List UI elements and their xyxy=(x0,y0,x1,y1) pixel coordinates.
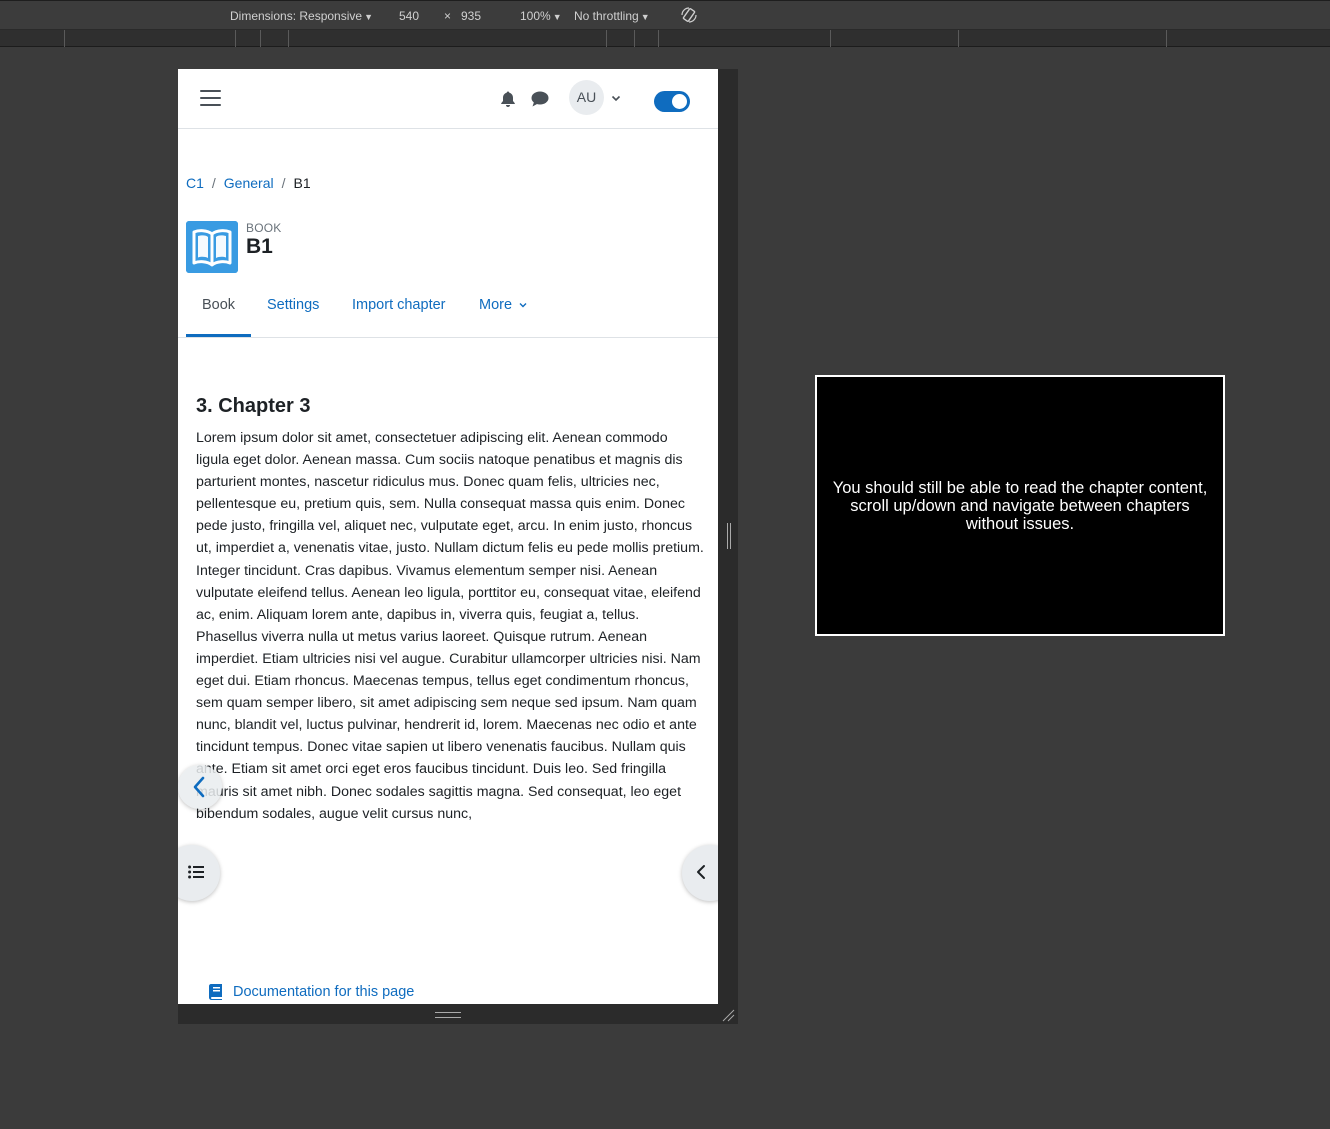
zoom-label: 100% xyxy=(520,9,551,23)
bell-icon[interactable] xyxy=(499,90,517,108)
top-navbar: AU xyxy=(178,69,718,129)
edit-mode-toggle[interactable] xyxy=(654,91,690,112)
breadcrumb-separator: / xyxy=(281,175,286,191)
throttling-dropdown[interactable]: No throttling ▼ xyxy=(574,9,650,23)
zoom-dropdown[interactable]: 100% ▼ xyxy=(520,9,562,23)
instruction-text: You should still be able to read the cha… xyxy=(832,478,1208,533)
book-icon xyxy=(209,984,222,1000)
tab-more[interactable]: More xyxy=(479,297,528,313)
block-drawer-toggle-button[interactable] xyxy=(682,845,718,901)
tab-settings[interactable]: Settings xyxy=(267,297,319,313)
chevron-down-icon xyxy=(519,303,527,308)
chapter-title: 3. Chapter 3 xyxy=(196,395,311,417)
height-input[interactable]: 935 xyxy=(461,9,481,23)
breadcrumb-current: B1 xyxy=(293,175,311,191)
devtools-toolbar: Dimensions: Responsive ▼ 540 × 935 100% ▼ … xyxy=(0,0,1330,30)
times-sign: × xyxy=(444,9,452,23)
chevron-down-icon: ▼ xyxy=(552,12,562,22)
tab-import-chapter[interactable]: Import chapter xyxy=(352,297,446,313)
resize-handle-right[interactable] xyxy=(727,523,731,549)
activity-type-label: BOOK xyxy=(246,221,282,235)
chevron-down-icon: ▼ xyxy=(640,12,650,22)
resize-corner-icon[interactable] xyxy=(721,1008,735,1022)
chevron-down-icon[interactable] xyxy=(610,92,622,104)
documentation-link-label: Documentation for this page xyxy=(233,984,415,1000)
throttling-label: No throttling xyxy=(574,9,639,23)
course-index-toggle-button[interactable] xyxy=(178,845,220,901)
breadcrumb-section[interactable]: General xyxy=(224,175,274,191)
tab-book[interactable]: Book xyxy=(202,297,235,313)
page-title: B1 xyxy=(246,235,273,258)
rotate-icon[interactable] xyxy=(680,6,698,24)
active-tab-indicator xyxy=(186,334,251,337)
tab-more-label: More xyxy=(479,297,513,313)
menu-icon[interactable] xyxy=(200,90,221,106)
user-avatar[interactable]: AU xyxy=(569,80,604,115)
breadcrumb-separator: / xyxy=(211,175,216,191)
device-viewport: AU C1 / General / B1 BOOK B1 Book Settings I… xyxy=(178,69,718,1004)
chevron-down-icon: ▼ xyxy=(364,12,373,22)
dimensions-label: Dimensions: Responsive xyxy=(230,9,363,23)
chat-icon[interactable] xyxy=(530,90,550,108)
chevron-left-icon xyxy=(697,865,705,879)
chevron-left-icon xyxy=(193,776,205,798)
width-input[interactable]: 540 xyxy=(399,9,419,23)
chapter-content: Lorem ipsum dolor sit amet, consectetuer… xyxy=(196,430,704,822)
list-icon xyxy=(188,865,204,879)
secondary-navigation: Book Settings Import chapter More xyxy=(178,282,718,338)
resize-handle-bottom[interactable] xyxy=(435,1012,461,1018)
breadcrumb-course[interactable]: C1 xyxy=(186,175,204,191)
media-query-ruler xyxy=(0,30,1330,47)
previous-chapter-button[interactable] xyxy=(178,765,222,809)
book-icon xyxy=(186,221,238,273)
dimensions-dropdown[interactable]: Dimensions: Responsive ▼ xyxy=(230,9,373,23)
instruction-overlay: You should still be able to read the cha… xyxy=(815,375,1225,636)
breadcrumb: C1 / General / B1 xyxy=(186,175,311,191)
